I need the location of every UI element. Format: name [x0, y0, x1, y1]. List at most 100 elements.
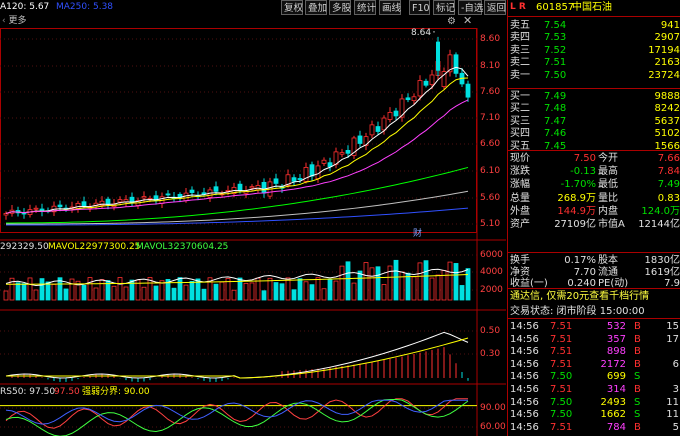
volume-bar: [123, 286, 129, 301]
volume-bar: [291, 289, 297, 301]
quote-value: 7.66: [657, 153, 680, 164]
mavol3-label: MAVOL3:: [136, 242, 177, 252]
volume-bar: [435, 274, 441, 301]
candle-body: [436, 41, 440, 71]
quote-value: 0.83: [657, 192, 680, 204]
chart-area[interactable]: A120: 5.67 MA250: 5.38 复权 叠加 多股 统计 画线 F10 标记 -自…: [0, 0, 506, 436]
tick-price: 7.51: [550, 333, 573, 345]
tick-time: 14:56: [510, 371, 539, 383]
tick-extra: 5: [672, 421, 679, 433]
kline-chart[interactable]: [0, 0, 506, 436]
volume-bar: [87, 277, 93, 301]
divider: [508, 318, 680, 319]
promo-banner[interactable]: 通达信, 仅需20元查看千档行情: [510, 290, 680, 303]
order-book-row[interactable]: 买四 7.46 5102: [508, 128, 680, 140]
quote-label: 股本: [598, 255, 618, 266]
quote-label: 净资: [510, 266, 530, 278]
book-price: 7.52: [544, 44, 567, 56]
candle-body: [213, 186, 219, 192]
tick-volume: 784: [606, 421, 626, 433]
book-label: 买一: [510, 91, 530, 102]
tick-extra: 11: [666, 396, 679, 408]
tick-extra: 15: [666, 321, 679, 332]
candle-body: [387, 111, 393, 120]
book-volume: 23724: [648, 69, 680, 81]
quote-value: 144.9万: [557, 205, 596, 217]
book-label: 卖三: [510, 44, 530, 56]
tick-side: S: [634, 409, 641, 421]
tick-row[interactable]: 14:56 7.51 898 B: [508, 346, 680, 358]
volume-bar: [219, 281, 225, 301]
volume-bar: [429, 277, 435, 301]
candle-body: [33, 207, 39, 210]
tick-row[interactable]: 14:56 7.51 784 B 5: [508, 422, 680, 434]
candle-body: [237, 183, 243, 191]
rs-label: RS50: 97.50: [0, 387, 56, 397]
order-book-row[interactable]: 卖二 7.51 2163: [508, 57, 680, 69]
order-book-row[interactable]: 卖四 7.53 2907: [508, 32, 680, 44]
order-book-row[interactable]: 买三 7.47 5637: [508, 116, 680, 128]
tick-row[interactable]: 14:56 7.50 2493 S 11: [508, 397, 680, 409]
trading-status: 交易状态: 闭市阶段 15:00:00: [510, 306, 645, 317]
volume-bar: [339, 265, 345, 301]
volume-bar: [285, 277, 291, 301]
book-price: 7.51: [544, 57, 567, 69]
order-book-row[interactable]: 卖一 7.50 23724: [508, 70, 680, 82]
tick-row[interactable]: 14:56 7.50 1662 S 11: [508, 409, 680, 421]
price-tick: 7.60: [480, 87, 501, 97]
tick-row[interactable]: 14:56 7.51 532 B 15: [508, 321, 680, 333]
volume-bar: [357, 270, 363, 301]
quote-label: 流通: [598, 266, 618, 278]
order-book-row[interactable]: 买一 7.49 9888: [508, 91, 680, 103]
candle-body: [261, 181, 267, 194]
candle-body: [411, 96, 417, 102]
order-book-row[interactable]: 卖五 7.54 941: [508, 20, 680, 32]
candle-body: [417, 80, 423, 97]
quote-label: 内盘: [598, 205, 618, 217]
volume-bar: [45, 281, 51, 301]
candle-body: [189, 189, 195, 193]
book-label: 卖二: [510, 57, 530, 69]
candle-body: [375, 126, 381, 132]
quote-label: 涨幅: [510, 179, 530, 191]
volume-bar: [453, 263, 459, 301]
candle-body: [345, 150, 351, 154]
tick-volume: 2172: [600, 358, 626, 370]
candle-body: [117, 199, 123, 203]
tick-time: 14:56: [510, 321, 539, 332]
volume-bar: [411, 276, 417, 301]
tick-side: B: [634, 321, 641, 332]
volume-bar: [33, 289, 39, 301]
quote-label: 外盘: [510, 205, 530, 217]
volume-bar: [3, 290, 9, 301]
order-book-row[interactable]: 卖三 7.52 17194: [508, 45, 680, 57]
tick-row[interactable]: 14:56 7.51 357 B 17: [508, 334, 680, 346]
volume-bar: [393, 259, 399, 301]
candle-body: [291, 177, 297, 182]
volume-bar: [459, 285, 465, 301]
volume-bar: [405, 272, 411, 301]
rs-mid-value: 97.50: [54, 387, 80, 397]
volume-bar: [171, 287, 177, 301]
volume-bar: [261, 290, 267, 301]
volume-bar: [201, 288, 207, 301]
tick-price: 7.51: [550, 321, 573, 332]
stock-code: 601857: [536, 2, 575, 13]
peak-price-label: 8.64: [411, 28, 432, 38]
tick-row[interactable]: 14:56 7.51 2172 B 6: [508, 359, 680, 371]
volume-bar: [21, 283, 27, 301]
ma10-line: [5, 77, 469, 214]
quote-label: 市值A: [598, 219, 625, 230]
quote-label: 最高: [598, 166, 618, 178]
book-price: 7.49: [544, 91, 567, 102]
divider: [508, 88, 680, 89]
tick-time: 14:56: [510, 421, 539, 433]
quote-value: 7.84: [657, 166, 680, 178]
tick-row[interactable]: 14:56 7.51 314 B 3: [508, 384, 680, 396]
tick-row[interactable]: 14:56 7.50 699 S: [508, 371, 680, 383]
quote-value: 7.50: [573, 153, 596, 164]
tick-side: B: [634, 421, 641, 433]
stock-name: 中国石油: [572, 2, 612, 13]
quote-value: -1.70%: [560, 179, 596, 191]
order-book-row[interactable]: 买二 7.48 8242: [508, 103, 680, 115]
